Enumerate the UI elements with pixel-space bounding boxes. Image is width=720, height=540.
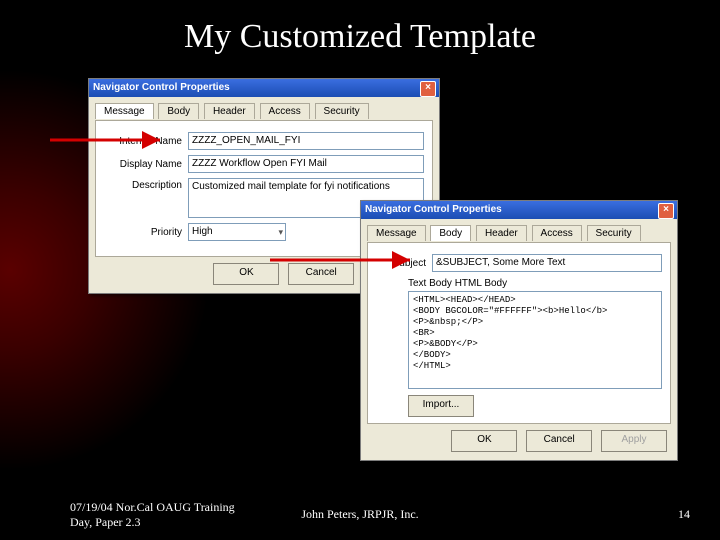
internal-name-input[interactable]: ZZZZ_OPEN_MAIL_FYI xyxy=(188,132,424,150)
tabs-1: Message Body Header Access Security xyxy=(95,102,433,121)
body-tabs-label: Text Body HTML Body xyxy=(408,278,662,289)
tab-security[interactable]: Security xyxy=(315,103,369,119)
display-name-label: Display Name xyxy=(104,159,188,170)
footer-page: 14 xyxy=(678,507,690,522)
tab-header-2[interactable]: Header xyxy=(476,225,527,241)
tab-body[interactable]: Body xyxy=(158,103,199,119)
cancel-button[interactable]: Cancel xyxy=(288,263,354,285)
description-label: Description xyxy=(104,178,188,191)
close-icon[interactable]: × xyxy=(658,203,674,219)
dialog-2: Navigator Control Properties × Message B… xyxy=(360,200,678,461)
titlebar-2[interactable]: Navigator Control Properties × xyxy=(361,201,677,219)
titlebar-1[interactable]: Navigator Control Properties × xyxy=(89,79,439,97)
slide-title: My Customized Template xyxy=(0,18,720,56)
tab-message[interactable]: Message xyxy=(95,103,154,119)
footer-center: John Peters, JRPJR, Inc. xyxy=(0,507,720,522)
ok-button[interactable]: OK xyxy=(213,263,279,285)
subject-label: Subject xyxy=(376,258,432,269)
tab-access-2[interactable]: Access xyxy=(532,225,582,241)
tab-message-2[interactable]: Message xyxy=(367,225,426,241)
tab-security-2[interactable]: Security xyxy=(587,225,641,241)
ok-button-2[interactable]: OK xyxy=(451,430,517,452)
tab-body-2[interactable]: Body xyxy=(430,225,471,241)
html-body-textarea[interactable]: <HTML><HEAD></HEAD> <BODY BGCOLOR="#FFFF… xyxy=(408,291,662,389)
titlebar-1-text: Navigator Control Properties xyxy=(93,82,230,93)
tab-access[interactable]: Access xyxy=(260,103,310,119)
cancel-button-2[interactable]: Cancel xyxy=(526,430,592,452)
close-icon[interactable]: × xyxy=(420,81,436,97)
import-button[interactable]: Import... xyxy=(408,395,474,417)
apply-button-2[interactable]: Apply xyxy=(601,430,667,452)
panel-2: Subject &SUBJECT, Some More Text Text Bo… xyxy=(367,243,671,424)
slide-footer: 07/19/04 Nor.Cal OAUG Training Day, Pape… xyxy=(0,496,720,530)
subject-input[interactable]: &SUBJECT, Some More Text xyxy=(432,254,662,272)
titlebar-2-text: Navigator Control Properties xyxy=(365,204,502,215)
internal-name-label: Internal Name xyxy=(104,136,188,147)
buttonbar-2: OK Cancel Apply xyxy=(361,424,677,460)
priority-label: Priority xyxy=(104,227,188,238)
tab-header[interactable]: Header xyxy=(204,103,255,119)
priority-select[interactable]: High xyxy=(188,223,286,241)
tabs-2: Message Body Header Access Security xyxy=(367,224,671,243)
display-name-input[interactable]: ZZZZ Workflow Open FYI Mail xyxy=(188,155,424,173)
